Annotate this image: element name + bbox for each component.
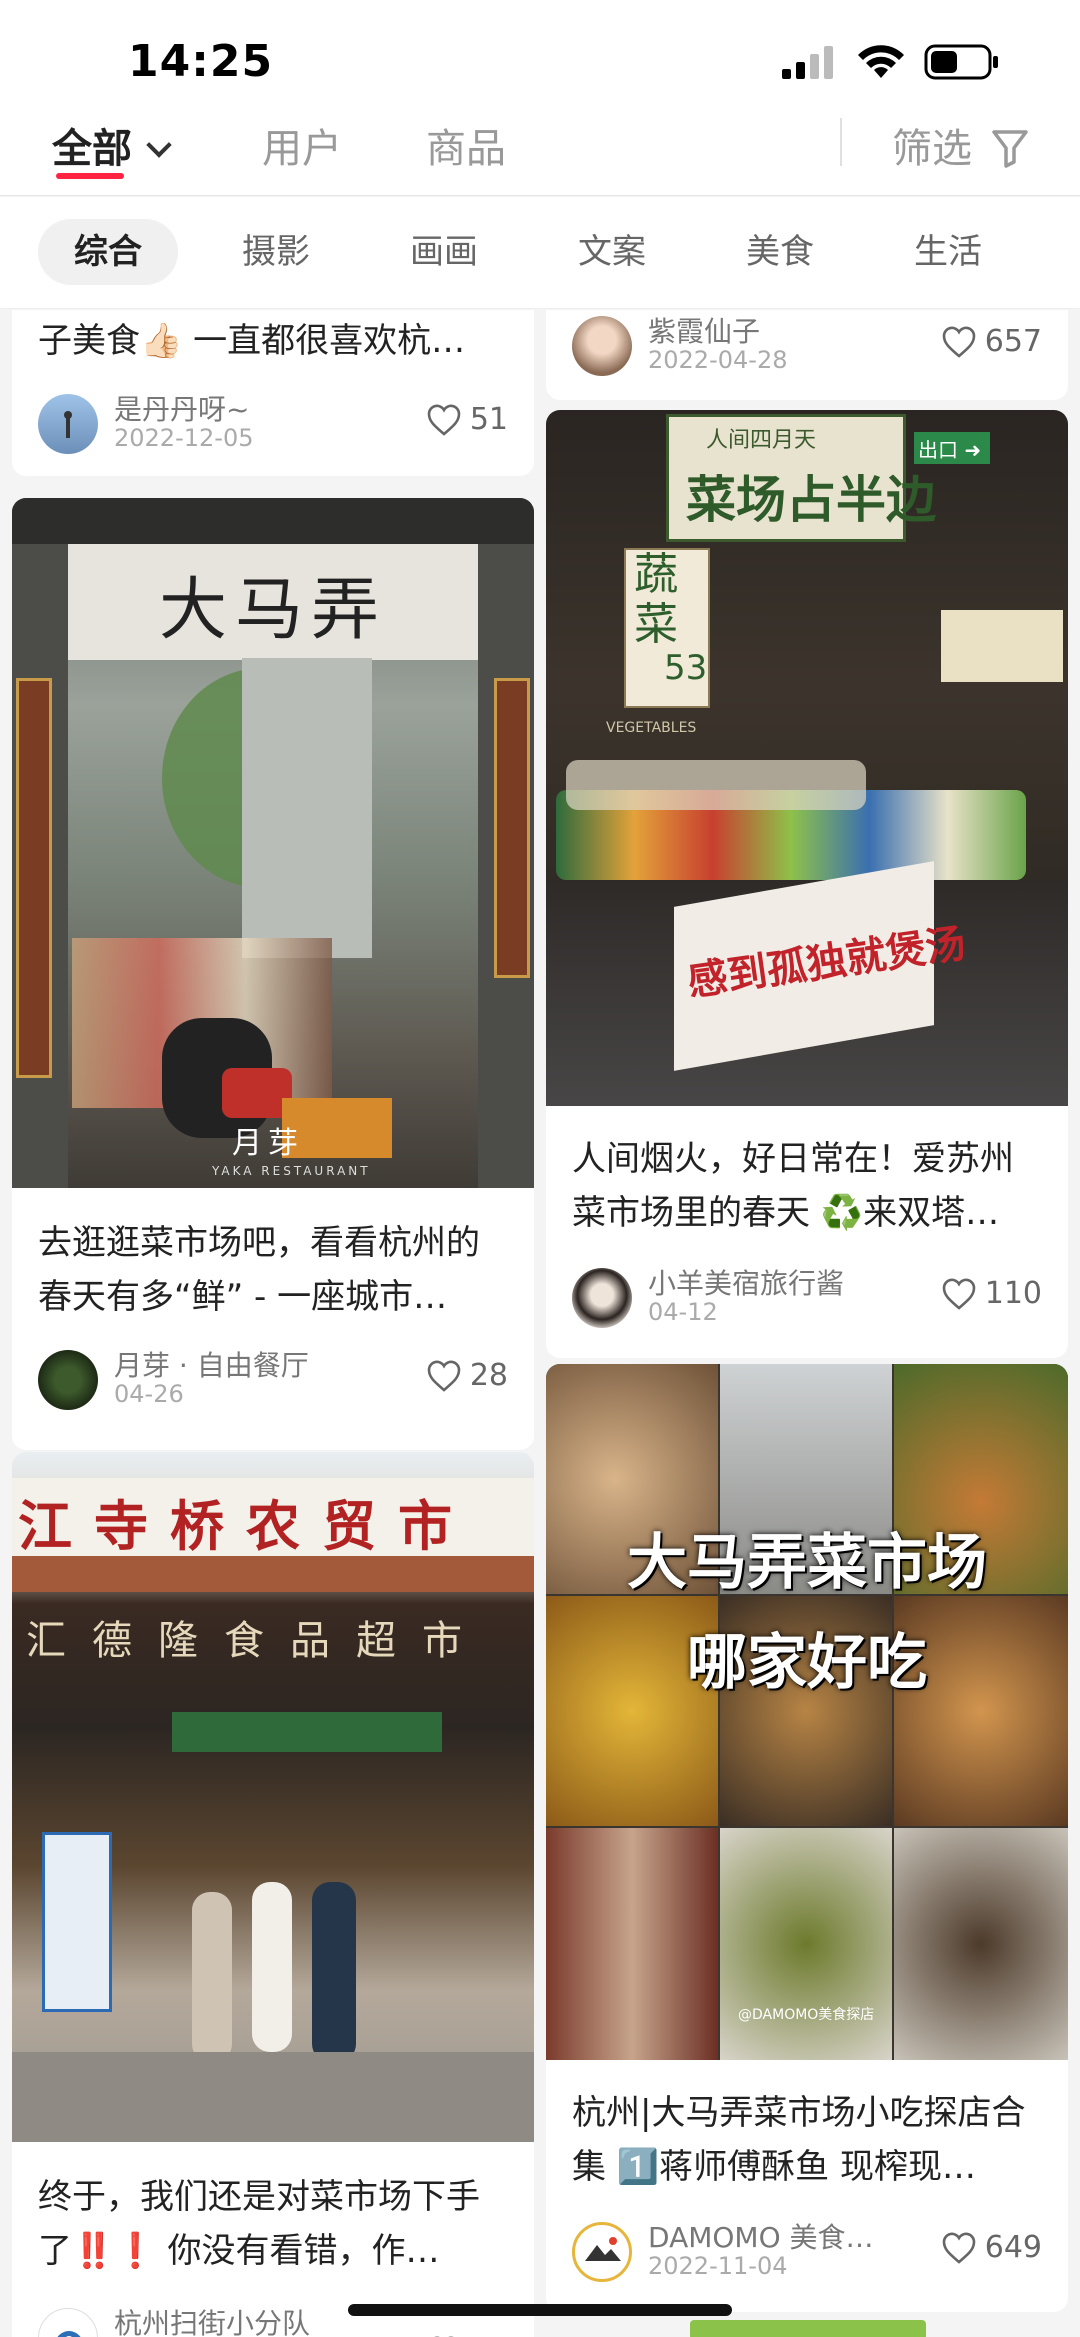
tab-all[interactable]: 全部 <box>52 116 172 174</box>
author-name: 紫霞仙子 <box>648 315 761 348</box>
avatar <box>38 1350 98 1410</box>
cellular-signal-icon <box>782 46 833 79</box>
note-title: 子美食👍🏻 一直都很喜欢杭… <box>38 321 466 361</box>
note-cover-image: 江寺桥农贸市 汇德隆食品超市 <box>12 1452 534 2142</box>
cover-sign-small: 人间四月天 <box>706 428 817 453</box>
note-meta: DAMOMO 美食… 2022-11-04 649 <box>572 2221 1042 2286</box>
note-card[interactable]: 江寺桥农贸市 汇德隆食品超市 终于，我们还是对菜市场下手了‼️❗ 你没有看错，作… <box>12 1452 534 2337</box>
like-button[interactable]: 649 <box>941 2230 1042 2265</box>
cover-headline-1: 大马弄菜市场 <box>627 1528 987 1598</box>
cover-sign2-text: 汇德隆食品超市 <box>26 1618 488 1664</box>
note-title: 杭州|大马弄菜市场小吃探店合集 1️⃣蒋师傅酥鱼 现榨现… <box>572 2093 1026 2187</box>
filter-label: 筛选 <box>892 126 972 172</box>
cover-caption: 月芽 <box>232 1126 304 1161</box>
like-count: 51 <box>469 402 508 437</box>
battery-icon <box>924 44 998 80</box>
note-cover-image: 大马弄 月芽 YAKA RESTAURANT <box>12 498 534 1188</box>
status-bar: 14:25 <box>0 0 1080 100</box>
note-title: 去逛逛菜市场吧，看看杭州的春天有多“鲜” - 一座城市… <box>38 1223 480 1317</box>
category-chip-文案[interactable]: 文案 <box>578 219 646 285</box>
post-date: 2022-12-05 <box>114 424 254 452</box>
note-title: 人间烟火，好日常在！爱苏州菜市场里的春天 ♻️来双塔… <box>572 1139 1014 1233</box>
filter-button[interactable]: 筛选 <box>892 116 1029 174</box>
note-meta: 月芽 · 自由餐厅 04-26 28 <box>38 1349 508 1414</box>
like-button[interactable]: 51 <box>426 402 508 437</box>
cover-veg-sign: 蔬菜 <box>634 549 678 650</box>
cover-exit-sign: 出口 ➜ <box>918 438 982 462</box>
status-time: 14:25 <box>128 36 274 87</box>
like-count: 657 <box>984 324 1042 359</box>
note-meta: 紫霞仙子 2022-04-28 657 <box>572 315 1042 380</box>
avatar <box>572 316 632 376</box>
feed: 子美食👍🏻 一直都很喜欢杭… 是丹丹呀~ 2022-12-05 51 紫霞仙子 … <box>0 310 1080 2337</box>
active-tab-indicator <box>56 173 124 179</box>
note-card[interactable]: 人间四月天 菜场占半边 出口 ➜ 蔬菜 VEGETABLES 53 感到孤独就煲… <box>546 410 1068 1358</box>
top-tabs: 全部 用户 商品 筛选 <box>0 100 1080 196</box>
author-name: DAMOMO 美食… <box>648 2221 874 2254</box>
tab-users[interactable]: 用户 <box>262 116 342 174</box>
author-name: 是丹丹呀~ <box>114 393 250 426</box>
tab-divider <box>840 118 842 166</box>
like-button[interactable]: 28 <box>426 1358 508 1393</box>
like-button[interactable]: 110 <box>941 1276 1042 1311</box>
tab-all-label: 全部 <box>52 126 132 172</box>
avatar <box>572 1268 632 1328</box>
note-meta: 小羊美宿旅行酱 04-12 110 <box>572 1267 1042 1332</box>
cover-watermark: @DAMOMO美食探店 <box>738 2007 875 2023</box>
heart-icon <box>427 404 461 436</box>
tab-goods[interactable]: 商品 <box>426 116 506 174</box>
cover-sign-text: 大马弄 <box>158 571 387 650</box>
like-count: 110 <box>984 1276 1042 1311</box>
author-name: 小羊美宿旅行酱 <box>648 1267 845 1300</box>
wifi-icon <box>858 45 904 78</box>
author-name: 月芽 · 自由餐厅 <box>114 1349 309 1382</box>
category-chip-综合[interactable]: 综合 <box>38 219 178 285</box>
post-date: 04-12 <box>648 1298 718 1326</box>
category-chip-生活[interactable]: 生活 <box>914 219 982 285</box>
like-count: 28 <box>469 1358 508 1393</box>
note-meta: 是丹丹呀~ 2022-12-05 51 <box>38 393 508 458</box>
filter-icon <box>991 130 1028 168</box>
heart-icon <box>942 1278 976 1310</box>
cover-price: 53 <box>664 648 708 688</box>
avatar <box>572 2222 632 2282</box>
cover-sign-text: 江寺桥农贸市 <box>18 1495 474 1558</box>
home-indicator[interactable] <box>348 2304 732 2316</box>
chevron-down-icon <box>146 132 172 158</box>
note-card[interactable]: 大马弄菜市场 哪家好吃 @DAMOMO美食探店 杭州|大马弄菜市场小吃探店合集 … <box>546 1364 1068 2312</box>
note-card[interactable]: 子美食👍🏻 一直都很喜欢杭… 是丹丹呀~ 2022-12-05 51 <box>12 310 534 476</box>
like-button[interactable]: 657 <box>941 324 1042 359</box>
post-date: 2022-11-04 <box>648 2252 788 2280</box>
cover-sign-big: 菜场占半边 <box>686 471 936 529</box>
category-bar: 综合 摄影 画画 文案 美食 生活 <box>0 197 1080 309</box>
note-card[interactable]: 紫霞仙子 2022-04-28 657 <box>546 310 1068 400</box>
cover-subcaption: YAKA RESTAURANT <box>212 1164 371 1178</box>
category-chip-画画[interactable]: 画画 <box>410 219 478 285</box>
next-card-peek <box>690 2320 926 2337</box>
note-card[interactable]: 大马弄 月芽 YAKA RESTAURANT 去逛逛菜市场吧，看看杭州的春天有多… <box>12 498 534 1450</box>
note-title: 终于，我们还是对菜市场下手了‼️❗ 你没有看错，作… <box>38 2177 480 2271</box>
category-chip-摄影[interactable]: 摄影 <box>242 219 310 285</box>
avatar <box>38 2308 98 2337</box>
like-count: 649 <box>984 2230 1042 2265</box>
note-cover-image: 大马弄菜市场 哪家好吃 @DAMOMO美食探店 <box>546 1364 1068 2060</box>
cover-headline-2: 哪家好吃 <box>687 1628 927 1698</box>
post-date: 04-26 <box>114 1380 184 1408</box>
status-icons <box>782 44 1000 80</box>
cover-veg-en: VEGETABLES <box>606 720 697 736</box>
heart-icon <box>942 2232 976 2264</box>
author-name: 杭州扫街小分队 <box>114 2307 311 2337</box>
post-date: 2022-04-28 <box>648 346 788 374</box>
note-cover-image: 人间四月天 菜场占半边 出口 ➜ 蔬菜 VEGETABLES 53 感到孤独就煲… <box>546 410 1068 1106</box>
heart-icon <box>942 326 976 358</box>
category-chip-美食[interactable]: 美食 <box>746 219 814 285</box>
heart-icon <box>427 1360 461 1392</box>
avatar <box>38 394 98 454</box>
